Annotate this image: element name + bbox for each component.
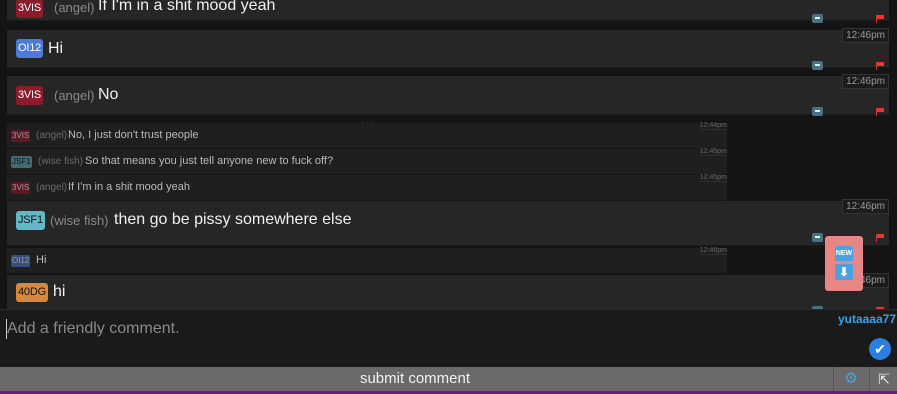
flag-icon[interactable] (876, 108, 885, 116)
user-badge: JSF1 (11, 156, 32, 168)
message-timestamp: 12:46pm (842, 28, 889, 43)
message-text: If I'm in a shit mood yeah (68, 181, 190, 193)
quoted-message[interactable]: OI12 Hi 12:46pm (7, 247, 727, 274)
user-badge[interactable]: JSF1 (16, 211, 45, 230)
comment-input[interactable] (6, 319, 827, 339)
chat-feed[interactable]: 3VIS (angel) If I'm in a shit mood yeah … (0, 0, 897, 309)
reply-icon[interactable] (812, 14, 823, 23)
user-nickname: (angel) (36, 182, 68, 193)
message-text: If I'm in a shit mood yeah (98, 0, 276, 14)
chat-message: JSF1 (wise fish) then go be pissy somewh… (7, 199, 889, 246)
username-label[interactable]: yutaaaa77 (838, 312, 896, 326)
arrow-down-icon: ⬇ (835, 264, 853, 280)
user-badge: 3VIS (11, 182, 31, 194)
message-timestamp: 12:44pm (699, 122, 727, 130)
new-icon: NEW (835, 246, 853, 261)
message-timestamp: 12:46pm (699, 247, 727, 255)
user-badge[interactable]: 40DG (16, 283, 48, 302)
reply-icon[interactable] (812, 107, 823, 116)
comment-composer: yutaaaa77 (0, 309, 897, 368)
flag-icon[interactable] (876, 234, 885, 242)
user-badge[interactable]: 3VIS (16, 0, 44, 18)
user-nickname: (angel) (54, 88, 95, 103)
message-text: No, I just don't trust people (68, 129, 199, 141)
message-timestamp: 12:45pm (699, 174, 727, 182)
popout-icon[interactable]: ⇱ (869, 367, 897, 391)
reply-icon[interactable] (812, 61, 823, 70)
message-text: then go be pissy somewhere else (114, 211, 352, 228)
message-timestamp: 12:45pm (699, 148, 727, 156)
user-badge: OI12 (11, 255, 31, 267)
message-text: hi (53, 283, 66, 300)
user-nickname: (wise fish) (38, 156, 84, 167)
quoted-message[interactable]: 3VIS (angel) If I'm in a shit mood yeah … (7, 174, 727, 201)
quoted-message[interactable]: JSF1 (wise fish) So that means you just … (7, 148, 727, 175)
quoted-message[interactable]: 3VIS (angel) No, I just don't trust peop… (7, 122, 727, 149)
flag-icon[interactable] (876, 62, 885, 70)
gear-icon[interactable]: ⚙ (833, 367, 868, 391)
message-text: No (98, 86, 119, 103)
chat-message: 3VIS (angel) If I'm in a shit mood yeah (7, 0, 889, 23)
user-badge[interactable]: 3VIS (16, 86, 44, 105)
check-icon[interactable]: ✔ (869, 338, 891, 360)
user-nickname: (wise fish) (50, 213, 109, 228)
message-timestamp: 12:46pm (842, 74, 889, 89)
reply-icon[interactable] (812, 233, 823, 242)
user-badge[interactable]: OI12 (16, 39, 44, 58)
flag-icon[interactable] (876, 15, 885, 23)
message-text: So that means you just tell anyone new t… (85, 155, 334, 167)
chat-message: 3VIS (angel) No 12:46pm (7, 74, 889, 116)
chat-message: 40DG hi 12:46pm (7, 273, 889, 309)
message-text: Hi (36, 254, 47, 266)
message-timestamp: 12:46pm (842, 199, 889, 214)
user-nickname: (angel) (36, 130, 68, 141)
submit-comment-button[interactable]: submit comment (0, 367, 830, 391)
user-badge: 3VIS (11, 130, 31, 142)
scroll-to-new-button[interactable]: NEW ⬇ (825, 236, 863, 291)
chat-message: OI12 Hi 12:46pm (7, 28, 889, 70)
submit-bar: submit comment ⚙ ⇱ (0, 367, 897, 391)
message-text: Hi (48, 40, 64, 57)
user-nickname: (angel) (54, 0, 95, 15)
